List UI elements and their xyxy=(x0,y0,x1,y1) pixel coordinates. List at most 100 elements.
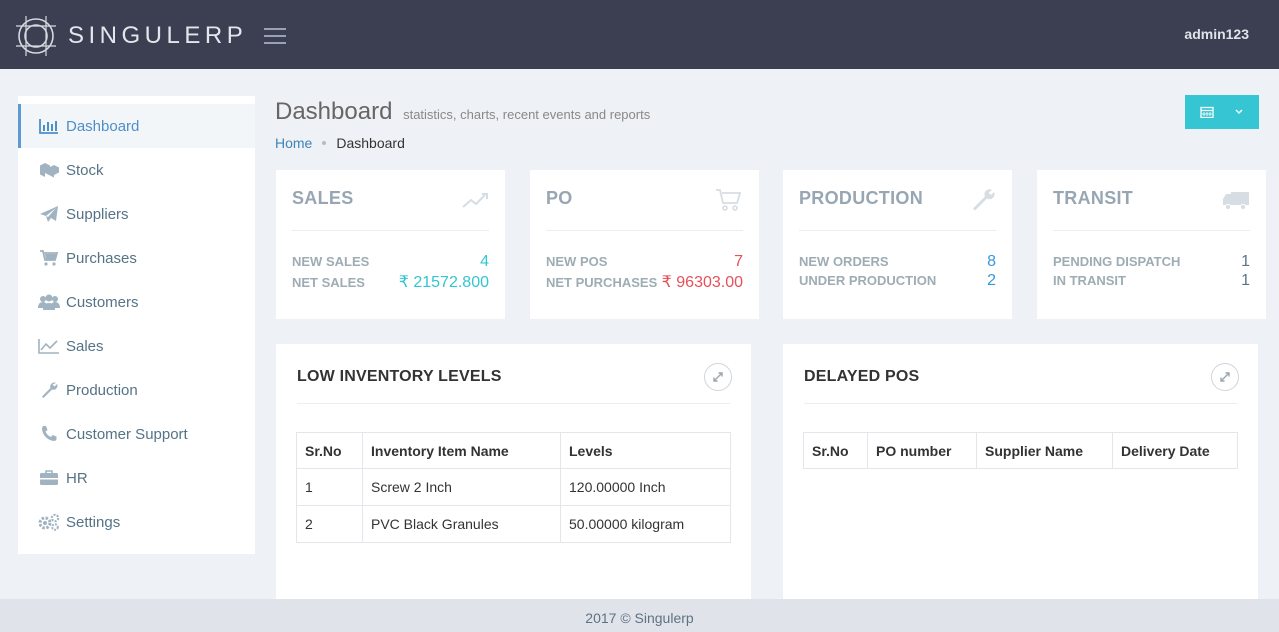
brand-name: SINGULERP xyxy=(68,22,248,49)
breadcrumb-home-link[interactable]: Home xyxy=(275,135,312,151)
stat-value: 4 xyxy=(480,253,489,270)
breadcrumb-separator xyxy=(322,141,327,145)
stat-card-sales: SALES NEW SALES 4 NET SALES ₹ 21572.800 xyxy=(276,170,505,319)
table-cell: 2 xyxy=(296,505,363,543)
card-divider xyxy=(799,230,996,231)
table-cell: Screw 2 Inch xyxy=(362,468,561,506)
sidebar-item-label: Customer Support xyxy=(66,425,188,443)
column-header: Delivery Date xyxy=(1112,432,1238,469)
footer: 2017 © Singulerp xyxy=(0,599,1279,632)
stat-value: ₹ 96303.00 xyxy=(661,274,743,291)
table-cell: PVC Black Granules xyxy=(362,505,561,543)
sidebar-item-sales[interactable]: Sales xyxy=(18,324,255,368)
stat-value: 1 xyxy=(1241,272,1250,289)
cubes-icon xyxy=(36,161,62,179)
sidebar-item-label: Settings xyxy=(66,513,121,531)
table-header-row: Sr.No Inventory Item Name Levels xyxy=(296,432,731,469)
stat-label: NET PURCHASES xyxy=(546,275,658,290)
users-icon xyxy=(36,293,62,311)
sidebar-item-dashboard[interactable]: Dashboard xyxy=(18,104,255,148)
stat-label: NEW POS xyxy=(546,254,608,269)
low-inventory-table: Sr.No Inventory Item Name Levels 1 Screw… xyxy=(296,432,731,543)
card-title: PO xyxy=(546,188,573,208)
card-title: PRODUCTION xyxy=(799,188,923,208)
stat-value: 8 xyxy=(987,253,996,270)
menu-toggle-icon[interactable] xyxy=(264,28,286,44)
sidebar-item-label: HR xyxy=(66,469,88,487)
column-header: Supplier Name xyxy=(976,432,1113,469)
stat-card-transit: TRANSIT PENDING DISPATCH 1 IN TRANSIT 1 xyxy=(1037,170,1266,319)
card-stat-row: UNDER PRODUCTION 2 xyxy=(799,272,996,290)
cart-icon xyxy=(36,249,62,267)
delayed-pos-panel: DELAYED POS Sr.No PO number Supplier Nam… xyxy=(783,344,1258,614)
sidebar-item-purchases[interactable]: Purchases xyxy=(18,236,255,280)
card-divider xyxy=(546,230,743,231)
stat-value: 2 xyxy=(987,272,996,289)
sidebar-item-label: Stock xyxy=(66,161,104,179)
stat-value: 1 xyxy=(1241,253,1250,270)
card-stat-row: NEW POS 7 xyxy=(546,253,743,271)
cart-icon xyxy=(716,189,742,211)
column-header: PO number xyxy=(867,432,977,469)
panel-title: LOW INVENTORY LEVELS xyxy=(297,368,502,385)
expand-button[interactable] xyxy=(704,363,732,391)
page-title-text: Dashboard xyxy=(275,98,393,125)
sidebar-item-suppliers[interactable]: Suppliers xyxy=(18,192,255,236)
cogs-icon xyxy=(36,513,62,531)
sidebar-item-production[interactable]: Production xyxy=(18,368,255,412)
stat-value: ₹ 21572.800 xyxy=(398,274,489,291)
card-stat-row: NET SALES ₹ 21572.800 xyxy=(292,272,489,292)
sidebar-item-customers[interactable]: Customers xyxy=(18,280,255,324)
sidebar-item-stock[interactable]: Stock xyxy=(18,148,255,192)
stat-label: NET SALES xyxy=(292,275,365,290)
line-chart-icon xyxy=(36,337,62,355)
paper-plane-icon xyxy=(36,205,62,223)
sidebar-item-hr[interactable]: HR xyxy=(18,456,255,500)
sidebar-item-label: Dashboard xyxy=(66,117,140,135)
table-row: 2 PVC Black Granules 50.00000 kilogram xyxy=(296,505,731,543)
panel-title: DELAYED POS xyxy=(804,368,920,385)
sidebar: Dashboard Stock Suppliers Purchases Cust… xyxy=(18,96,255,554)
card-title: SALES xyxy=(292,188,354,208)
stat-label: UNDER PRODUCTION xyxy=(799,273,937,288)
briefcase-icon xyxy=(36,469,62,487)
top-header: SINGULERP admin123 xyxy=(0,0,1279,69)
logo-mark-icon xyxy=(16,16,56,56)
expand-icon xyxy=(1220,372,1230,382)
user-menu[interactable]: admin123 xyxy=(1184,26,1249,42)
sidebar-item-label: Production xyxy=(66,381,138,399)
chevron-down-icon xyxy=(1235,109,1243,114)
sidebar-item-label: Suppliers xyxy=(66,205,129,223)
wrench-icon xyxy=(973,189,995,211)
stat-label: PENDING DISPATCH xyxy=(1053,254,1181,269)
table-cell: 120.00000 Inch xyxy=(560,468,731,506)
calendar-icon xyxy=(1200,106,1214,118)
stat-card-production: PRODUCTION NEW ORDERS 8 UNDER PRODUCTION… xyxy=(783,170,1012,319)
delayed-pos-table: Sr.No PO number Supplier Name Delivery D… xyxy=(803,432,1238,469)
wrench-icon xyxy=(36,381,62,399)
breadcrumb: Home Dashboard xyxy=(275,135,405,151)
page-subtitle: statistics, charts, recent events and re… xyxy=(403,107,651,122)
expand-button[interactable] xyxy=(1211,363,1239,391)
column-header: Sr.No xyxy=(803,432,868,469)
column-header: Sr.No xyxy=(296,432,363,469)
sidebar-item-customer-support[interactable]: Customer Support xyxy=(18,412,255,456)
sidebar-item-label: Customers xyxy=(66,293,139,311)
card-stat-row: NEW SALES 4 xyxy=(292,253,489,271)
sidebar-item-settings[interactable]: Settings xyxy=(18,500,255,544)
column-header: Levels xyxy=(560,432,731,469)
card-stat-row: IN TRANSIT 1 xyxy=(1053,272,1250,290)
phone-icon xyxy=(36,425,62,443)
brand-logo[interactable]: SINGULERP xyxy=(14,14,247,58)
truck-icon xyxy=(1223,192,1249,211)
card-stat-row: PENDING DISPATCH 1 xyxy=(1053,253,1250,271)
card-divider xyxy=(292,230,489,231)
panel-divider xyxy=(804,403,1237,404)
stat-card-po: PO NEW POS 7 NET PURCHASES ₹ 96303.00 xyxy=(530,170,759,319)
low-inventory-panel: LOW INVENTORY LEVELS Sr.No Inventory Ite… xyxy=(276,344,751,614)
bar-chart-icon xyxy=(36,117,62,135)
date-range-button[interactable] xyxy=(1185,95,1259,129)
stat-label: IN TRANSIT xyxy=(1053,273,1126,288)
card-stat-row: NET PURCHASES ₹ 96303.00 xyxy=(546,272,743,292)
stat-label: NEW SALES xyxy=(292,254,370,269)
